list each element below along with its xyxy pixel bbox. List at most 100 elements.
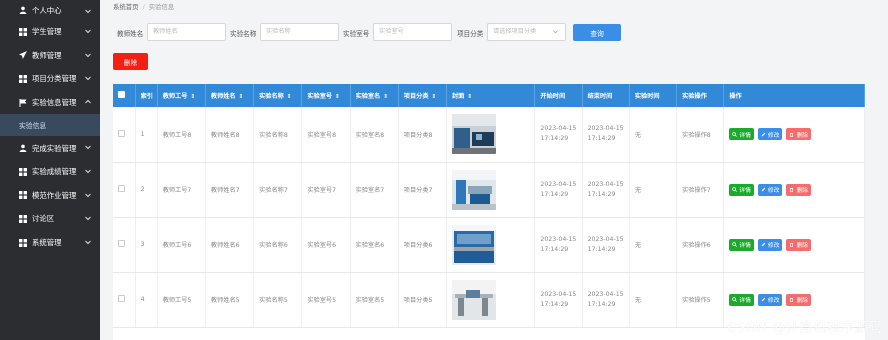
sidebar-item-label: 模范作业管理: [32, 190, 77, 200]
header-cell[interactable]: 教师姓名 ⇕: [205, 84, 255, 107]
sidebar-item-score-management[interactable]: 实验成绩管理: [0, 160, 100, 184]
header-label: 索引: [140, 93, 153, 100]
sidebar-subitem-label: 实验信息: [19, 122, 47, 131]
sort-icon[interactable]: ⇕: [432, 94, 437, 100]
detail-button[interactable]: 详情: [729, 183, 754, 196]
sidebar-item-student-management[interactable]: 学生管理: [0, 20, 100, 44]
sidebar-item-category-management[interactable]: 项目分类管理: [0, 67, 100, 91]
cover-cell: [446, 107, 536, 163]
delete-button[interactable]: 删除: [786, 293, 812, 306]
search-icon: [732, 242, 738, 247]
index-cell: 1: [135, 107, 158, 163]
row-select-cell[interactable]: [113, 107, 136, 163]
header-cell[interactable]: 项目分类 ⇕: [398, 84, 448, 107]
sidebar-item-model-homework-management[interactable]: 模范作业管理: [0, 184, 100, 208]
header-cell[interactable]: 实验名称 ⇕: [253, 84, 303, 107]
query-button[interactable]: 查询: [573, 24, 621, 41]
sidebar-item-experiment-info-management[interactable]: 实验信息管理: [0, 91, 100, 115]
delete-button[interactable]: 删除: [786, 238, 812, 251]
sidebar-item-discussion[interactable]: 讨论区: [0, 207, 100, 231]
start-clock: 17:14:29: [540, 135, 569, 143]
start-time-cell: 2023-04-15 17:14:29: [534, 272, 583, 328]
edit-icon: [761, 132, 766, 137]
experiment-operation-cell: 实验操作7: [676, 162, 725, 218]
experiment-time-cell: 无: [629, 162, 678, 218]
row-select-cell[interactable]: [113, 272, 136, 328]
edit-button[interactable]: 修改: [757, 238, 783, 251]
detail-button[interactable]: 详情: [729, 293, 754, 306]
header-cell[interactable]: 封面 ⇕: [446, 84, 536, 107]
sidebar-item-personal-center[interactable]: 个人中心: [0, 0, 100, 20]
delete-label: 删除: [796, 132, 809, 139]
teacher-name-input[interactable]: 教师姓名: [147, 23, 226, 41]
cover-image[interactable]: [452, 279, 496, 320]
sidebar-item-label: 讨论区: [32, 214, 55, 224]
header-cell: 索引: [135, 84, 158, 107]
edit-label: 修改: [767, 243, 780, 249]
row-checkbox[interactable]: [118, 295, 125, 302]
index-cell: 4: [135, 272, 158, 328]
cover-image[interactable]: [452, 114, 496, 155]
sort-icon[interactable]: ⇕: [335, 94, 340, 100]
category-cell: 项目分类6: [398, 217, 448, 273]
sidebar-subitem-experiment-info[interactable]: 实验信息: [0, 114, 100, 137]
grid-icon: [18, 74, 27, 83]
detail-label: 详情: [739, 298, 751, 304]
header-cell[interactable]: 实验室名 ⇕: [350, 84, 399, 107]
sidebar-item-teacher-management[interactable]: 教师管理: [0, 44, 100, 68]
experiment-operation-cell: 实验操作5: [676, 272, 725, 328]
row-checkbox[interactable]: [118, 240, 125, 247]
teacher-name-cell: 教师姓名5: [205, 272, 255, 328]
sort-icon[interactable]: ⇕: [287, 94, 292, 100]
header-label: 实验室名: [355, 93, 381, 100]
sort-icon[interactable]: ⇕: [190, 94, 195, 100]
chevron-down-icon: [85, 240, 91, 244]
breadcrumb-home[interactable]: 系统首页: [113, 3, 139, 11]
detail-button[interactable]: 详情: [729, 238, 754, 251]
cover-image[interactable]: [452, 169, 496, 210]
experiment-name-input[interactable]: 实验名称: [260, 23, 339, 41]
sort-icon[interactable]: ⇕: [239, 94, 244, 100]
header-cell[interactable]: 实验室号 ⇕: [301, 84, 351, 107]
delete-button[interactable]: 删除: [786, 183, 812, 196]
header-label: 项目分类: [403, 93, 429, 100]
row-checkbox[interactable]: [118, 185, 125, 192]
row-select-cell[interactable]: [113, 162, 136, 218]
sidebar-item-label: 完成实验管理: [32, 143, 77, 153]
edit-button[interactable]: 修改: [757, 183, 783, 196]
edit-label: 修改: [767, 298, 780, 304]
lab-number-cell: 实验室号7: [301, 162, 351, 218]
chevron-down-icon: [85, 9, 91, 14]
select-all-checkbox[interactable]: [118, 91, 125, 98]
trash-icon: [790, 243, 794, 247]
breadcrumb: 系统首页 / 实验信息: [113, 2, 174, 11]
detail-button[interactable]: 详情: [729, 128, 754, 141]
end-time-cell: 2023-04-15 17:14:29: [582, 272, 630, 328]
app-root: 个人中心 学生管理 教师管理 项目分类管理 实验信息管理 实验信息 完成实验管理…: [0, 0, 888, 340]
category-cell: 项目分类5: [398, 272, 448, 328]
search-icon: [732, 187, 738, 192]
detail-label: 详情: [739, 188, 751, 194]
sort-icon[interactable]: ⇕: [467, 94, 472, 100]
delete-button[interactable]: 删除: [786, 128, 812, 141]
teacher-id-cell: 教师工号7: [157, 162, 206, 218]
select-all-header[interactable]: [113, 84, 136, 107]
row-select-cell[interactable]: [113, 217, 136, 273]
row-checkbox[interactable]: [118, 129, 125, 137]
sort-icon[interactable]: ⇕: [383, 94, 388, 100]
cover-image[interactable]: [452, 224, 496, 265]
sidebar-item-label: 实验信息管理: [32, 98, 77, 108]
lab-number-input[interactable]: 实验室号: [373, 23, 452, 41]
edit-button[interactable]: 修改: [757, 128, 783, 141]
edit-button[interactable]: 修改: [757, 293, 783, 306]
category-select[interactable]: 请选择项目分类: [487, 23, 566, 41]
sidebar-item-system-management[interactable]: 系统管理: [0, 231, 100, 255]
end-time-cell: 2023-04-15 17:14:29: [582, 162, 630, 218]
sidebar-item-completed-experiment-management[interactable]: 完成实验管理: [0, 136, 100, 160]
watermark: CSDN @计算机程序源码: [727, 320, 882, 336]
lab-name-cell: 实验室名6: [350, 217, 399, 273]
experiment-time-cell: 无: [629, 217, 678, 273]
batch-delete-button[interactable]: 删除: [113, 53, 148, 70]
header-cell[interactable]: 教师工号 ⇕: [157, 84, 206, 107]
sidebar-item-label: 教师管理: [32, 50, 62, 60]
